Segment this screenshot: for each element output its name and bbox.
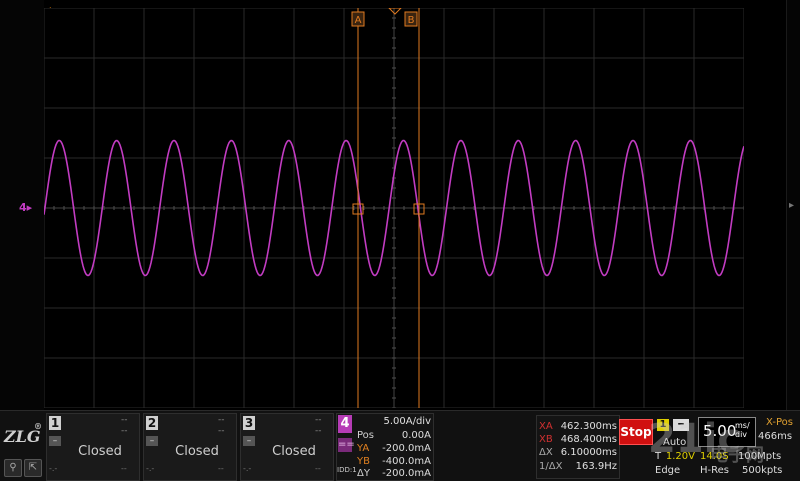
right-rail: ▸: [786, 0, 800, 410]
pos-label: Pos: [357, 430, 375, 441]
channel-3-status: Closed: [272, 444, 316, 459]
xb-value: 468.400ms: [560, 434, 617, 445]
channel-1-bw: --: [121, 464, 127, 473]
watermark-sub: 电子网: [710, 445, 764, 466]
channel-2-scale: --: [218, 415, 225, 425]
bottom-status-bar: ZLG ® ⚲ ⇱ 1 -- -- – Closed -.- -- 2 -- --…: [0, 410, 800, 481]
channel-2-coupling: –: [146, 436, 158, 446]
channel-3-scale: --: [315, 415, 322, 425]
ya-value: -200.0mA: [382, 443, 431, 454]
channel-4-probe-ratio: IDD:1: [337, 466, 357, 474]
channel-3-bw: --: [315, 464, 321, 473]
channel-4-number: 4: [338, 415, 352, 433]
dy-value: -200.0mA: [382, 468, 431, 479]
channel-1-panel[interactable]: 1 -- -- – Closed -.- --: [46, 413, 140, 481]
waveform-svg: A B: [44, 8, 744, 408]
xpos-label: X-Pos: [766, 417, 793, 428]
channel-2-number: 2: [146, 416, 158, 430]
inv-dx-value: 163.9Hz: [575, 461, 617, 472]
channel-2-bw: --: [218, 464, 224, 473]
channel-2-probe: -.-: [146, 464, 155, 473]
yb-value: -400.0mA: [382, 456, 431, 467]
yb-label: YB: [357, 456, 370, 467]
channel-4-panel[interactable]: 4 == IDD:1 5.00A/div Pos 0.00A YA -200.0…: [336, 413, 434, 481]
inv-dx-label: 1/ΔX: [539, 461, 563, 472]
dx-label: ΔX: [539, 447, 553, 458]
channel-2-panel[interactable]: 2 -- -- – Closed -.- --: [143, 413, 237, 481]
waveform-display[interactable]: A B: [44, 8, 744, 408]
ch4-marker-label: 4: [19, 201, 27, 214]
cursor-b-label: B: [408, 15, 415, 26]
channel-3-probe: -.-: [243, 464, 252, 473]
left-rail: 4▸: [0, 0, 44, 410]
channel-4-coupling-icon: ==: [338, 438, 355, 452]
channel-1-coupling: –: [49, 436, 61, 446]
channel-1-offset: --: [121, 426, 128, 436]
channel-2-status: Closed: [175, 444, 219, 459]
channel-2-offset: --: [218, 426, 225, 436]
dy-label: ΔY: [357, 468, 370, 479]
trigger-type: Edge: [655, 465, 681, 476]
channel-3-number: 3: [243, 416, 255, 430]
channel-4-scale: 5.00A/div: [383, 416, 431, 427]
cursor-measurement-panel[interactable]: XA 462.300ms XB 468.400ms ΔX 6.10000ms 1…: [536, 415, 620, 479]
xb-label: XB: [539, 434, 553, 445]
xa-value: 462.300ms: [560, 421, 617, 432]
zoom-icon[interactable]: ⚲: [4, 459, 22, 477]
ch4-offset-marker[interactable]: 4▸: [19, 202, 32, 214]
channel-1-number: 1: [49, 416, 61, 430]
dx-value: 6.10000ms: [560, 447, 617, 458]
channel-1-probe: -.-: [49, 464, 58, 473]
channel-1-status: Closed: [78, 444, 122, 459]
zlg-logo: ZLG ®: [4, 421, 42, 446]
xa-label: XA: [539, 421, 553, 432]
cursor-a-label: A: [355, 15, 362, 26]
cursor-tool-icon[interactable]: ⇱: [24, 459, 42, 477]
channel-1-scale: --: [121, 415, 128, 425]
oscilloscope-app: 4▸ ◀ A B ▸ ZLG® ⚲ ⇱ 1 -- -- –: [0, 0, 800, 481]
channel-3-panel[interactable]: 3 -- -- – Closed -.- --: [240, 413, 334, 481]
ya-label: YA: [357, 443, 370, 454]
channel-3-offset: --: [315, 426, 322, 436]
channel-3-coupling: –: [243, 436, 255, 446]
chevron-right-icon[interactable]: ▸: [789, 201, 794, 211]
pos-value: 0.00A: [401, 430, 431, 441]
